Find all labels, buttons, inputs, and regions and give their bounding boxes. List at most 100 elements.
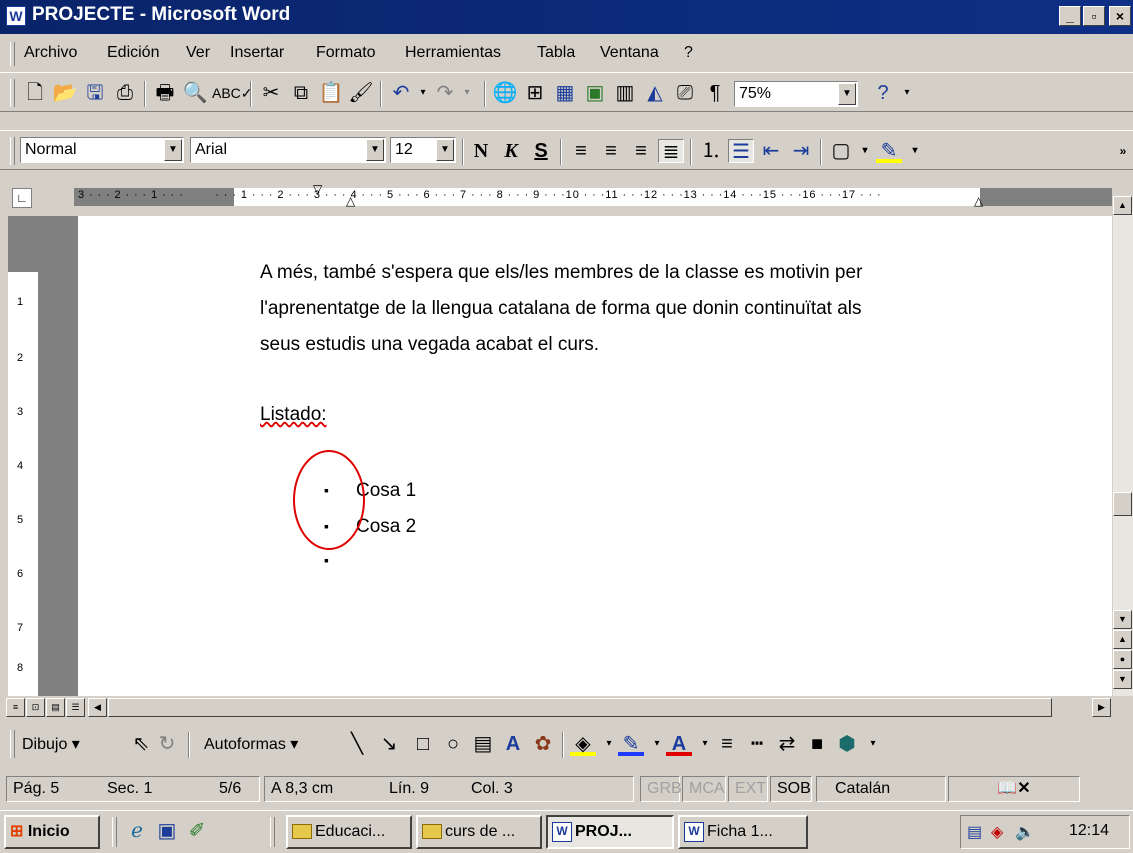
line-icon[interactable]: ╲ [344, 732, 370, 756]
tables-borders-icon[interactable]: ⊞ [522, 81, 548, 105]
style-dropdown-icon[interactable]: ▼ [164, 139, 182, 161]
borders-icon[interactable]: ▢ [828, 139, 854, 163]
toolbar-grip[interactable] [10, 137, 15, 165]
spelling-status-icon[interactable]: 📖✕ [948, 776, 1080, 802]
tab-selector-icon[interactable]: ∟ [12, 188, 32, 208]
vertical-ruler[interactable]: 1 2 3 4 5 6 7 8 [8, 216, 39, 696]
menu-tabla[interactable]: Tabla [537, 44, 575, 62]
status-sob[interactable]: SOB [770, 776, 812, 802]
insert-table-icon[interactable]: ▦ [552, 81, 578, 105]
drawing-options-icon[interactable]: ▾ [860, 732, 886, 756]
font-size-dropdown-icon[interactable]: ▼ [436, 139, 454, 161]
rectangle-icon[interactable]: □ [410, 732, 436, 756]
borders-dropdown-icon[interactable]: ▾ [852, 139, 878, 163]
dash-style-icon[interactable]: ┅ [744, 732, 770, 756]
outline-view-icon[interactable]: ☰ [66, 698, 85, 717]
menu-ver[interactable]: Ver [186, 44, 210, 62]
format-painter-icon[interactable]: 🖌 [348, 81, 374, 105]
help-icon[interactable]: ? [870, 81, 896, 105]
minimize-button[interactable]: _ [1059, 6, 1081, 26]
fill-color-icon[interactable]: ◈ [570, 732, 596, 756]
hyperlink-icon[interactable]: 🌐 [492, 81, 518, 105]
zoom-dropdown-icon[interactable]: ▼ [838, 83, 856, 105]
menu-insertar[interactable]: Insertar [230, 44, 284, 62]
text-box-icon[interactable]: ▤ [470, 732, 496, 756]
maximize-button[interactable]: ▫ [1083, 6, 1105, 26]
normal-view-icon[interactable]: ≡ [6, 698, 25, 717]
shadow-icon[interactable]: ■ [804, 732, 830, 756]
decrease-indent-icon[interactable]: ⇤ [758, 139, 784, 163]
next-page-icon[interactable]: ▼ [1113, 670, 1132, 689]
quicklaunch-icon[interactable]: ✐ [184, 819, 210, 843]
font-color-icon[interactable]: A [666, 732, 692, 756]
word-app-icon[interactable]: W [6, 6, 26, 26]
title-bar[interactable]: W PROJECTE - Microsoft Word _ ▫ × [0, 0, 1133, 34]
arrow-style-icon[interactable]: ⇄ [774, 732, 800, 756]
scroll-thumb[interactable] [1113, 492, 1132, 516]
font-dropdown-icon[interactable]: ▼ [366, 139, 384, 161]
drawing-icon[interactable]: ◭ [642, 81, 668, 105]
bold-button[interactable]: N [468, 139, 494, 163]
menu-grip[interactable] [10, 42, 15, 66]
toolbar-more-icon[interactable]: » [1110, 139, 1133, 163]
taskbar-button-projecte[interactable]: W PROJ... [546, 815, 674, 849]
free-rotate-icon[interactable]: ↻ [154, 732, 180, 756]
document-map-icon[interactable]: ⎚ [672, 81, 698, 105]
right-indent-marker[interactable]: △ [974, 194, 983, 208]
style-select[interactable]: Normal [20, 137, 184, 163]
clip-art-icon[interactable]: ✿ [530, 732, 556, 756]
oval-icon[interactable]: ○ [440, 732, 466, 756]
status-mca[interactable]: MCA [682, 776, 726, 802]
italic-button[interactable]: K [498, 139, 524, 163]
highlight-dropdown-icon[interactable]: ▾ [902, 139, 928, 163]
highlight-icon[interactable]: ✎ [876, 139, 902, 163]
align-left-icon[interactable]: ≡ [568, 139, 594, 163]
internet-explorer-icon[interactable]: ℯ [124, 819, 150, 843]
cut-icon[interactable]: ✂ [258, 81, 284, 105]
font-select[interactable]: Arial [190, 137, 386, 163]
previous-page-icon[interactable]: ▲ [1113, 630, 1132, 649]
toolbar-grip[interactable] [10, 79, 15, 107]
first-line-indent-marker[interactable]: ▽ [313, 182, 322, 196]
scroll-right-icon[interactable]: ▶ [1092, 698, 1111, 717]
increase-indent-icon[interactable]: ⇥ [788, 139, 814, 163]
copy-icon[interactable]: ⧉ [288, 81, 314, 105]
columns-icon[interactable]: ▥ [612, 81, 638, 105]
email-icon[interactable]: ⎙ [112, 81, 138, 105]
status-grb[interactable]: GRB [640, 776, 682, 802]
scroll-left-icon[interactable]: ◀ [88, 698, 107, 717]
menu-herramientas[interactable]: Herramientas [405, 44, 501, 62]
document-page[interactable]: A més, també s'espera que els/les membre… [78, 216, 1112, 696]
menu-ventana[interactable]: Ventana [600, 44, 659, 62]
redo-dropdown-icon[interactable]: ▾ [454, 81, 480, 105]
align-right-icon[interactable]: ≡ [628, 139, 654, 163]
volume-icon[interactable]: 🔈 [1015, 822, 1035, 842]
hanging-indent-marker[interactable]: △ [346, 194, 355, 208]
horizontal-scroll-thumb[interactable] [108, 698, 1052, 717]
network-icon[interactable]: ▤ [967, 822, 982, 842]
scroll-down-icon[interactable]: ▼ [1113, 610, 1132, 629]
antivirus-icon[interactable]: ◈ [991, 822, 1003, 842]
underline-button[interactable]: S [528, 139, 554, 163]
scroll-up-icon[interactable]: ▲ [1113, 196, 1132, 215]
select-objects-icon[interactable]: ⇖ [128, 732, 154, 756]
print-icon[interactable]: 🖶 [152, 81, 178, 105]
line-color-icon[interactable]: ✎ [618, 732, 644, 756]
show-hide-icon[interactable]: ¶ [702, 81, 728, 105]
menu-formato[interactable]: Formato [316, 44, 376, 62]
numbering-icon[interactable]: ⒈ [698, 139, 724, 163]
justify-icon[interactable]: ≣ [658, 139, 684, 163]
insert-excel-icon[interactable]: ▣ [582, 81, 608, 105]
taskbar-button-ficha[interactable]: W Ficha 1... [678, 815, 808, 849]
clock[interactable]: 12:14 [1069, 822, 1109, 840]
web-view-icon[interactable]: ⊡ [26, 698, 45, 717]
print-view-icon[interactable]: ▤ [46, 698, 65, 717]
status-language[interactable]: Catalán [816, 776, 946, 802]
horizontal-ruler[interactable]: ∟ 3 · · · 2 · · · 1 · · · · · · 1 · · · … [8, 182, 1133, 212]
spelling-icon[interactable]: ABC✓ [212, 81, 253, 105]
toolbar-options-icon[interactable]: ▾ [894, 81, 920, 105]
close-button[interactable]: × [1109, 6, 1131, 26]
toolbar-grip[interactable] [10, 730, 15, 758]
desktop-icon[interactable]: ▣ [154, 819, 180, 843]
wordart-icon[interactable]: A [500, 732, 526, 756]
